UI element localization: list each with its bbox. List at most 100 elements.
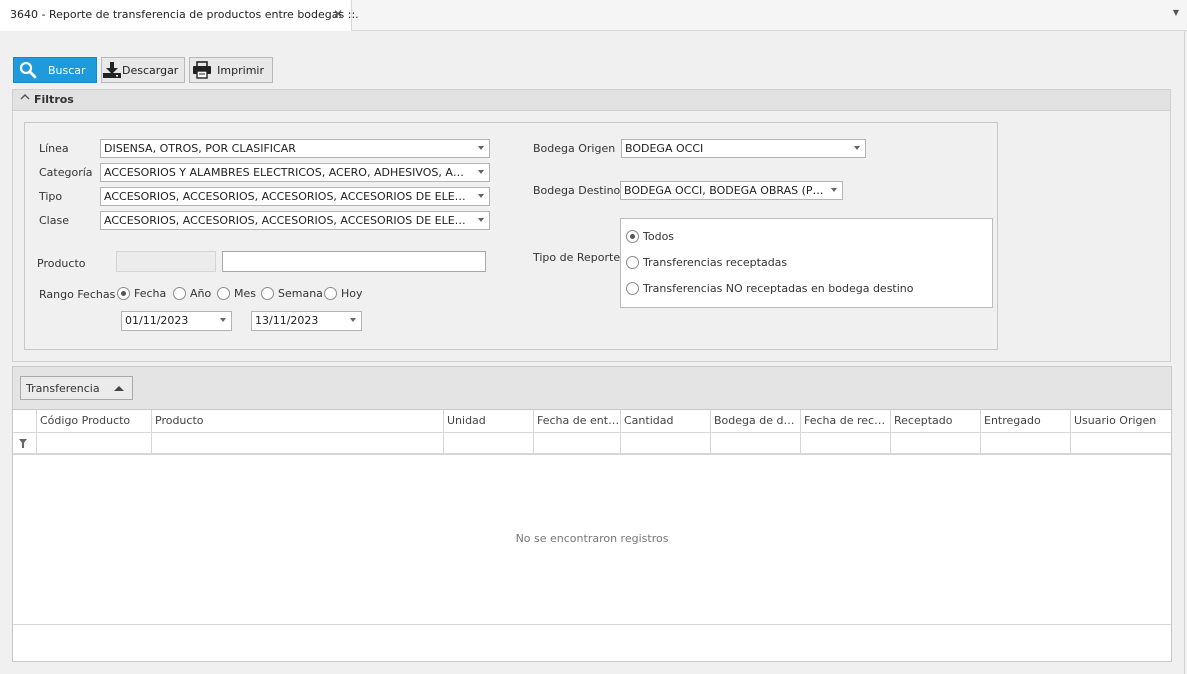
categoria-combo[interactable]: ACCESORIOS Y ALAMBRES ELECTRICOS, ACERO,… xyxy=(100,163,490,182)
tipo-combo[interactable]: ACCESORIOS, ACCESORIOS, ACCESORIOS, ACCE… xyxy=(100,187,490,206)
document-tab-bar: 3640 - Reporte de transferencia de produ… xyxy=(0,0,1187,31)
tipo-reporte-option-label: Transferencias receptadas xyxy=(643,256,788,269)
linea-combo[interactable]: DISENSA, OTROS, POR CLASIFICAR xyxy=(100,139,490,158)
clase-label: Clase xyxy=(39,214,69,227)
search-button[interactable]: Buscar xyxy=(13,57,97,83)
fecha-hasta-picker[interactable]: 13/11/2023 xyxy=(251,311,362,331)
print-button-label: Imprimir xyxy=(217,63,264,77)
chevron-down-icon[interactable] xyxy=(478,218,484,222)
rango-option-semana[interactable]: Semana xyxy=(261,287,323,300)
chevron-down-icon[interactable] xyxy=(478,170,484,174)
radio-selected-icon xyxy=(626,230,639,243)
bodega-origen-value: BODEGA OCCI xyxy=(625,142,704,155)
filter-cell[interactable] xyxy=(800,433,890,453)
chevron-down-icon[interactable] xyxy=(350,318,356,322)
radio-icon xyxy=(626,256,639,269)
document-tab[interactable]: 3640 - Reporte de transferencia de produ… xyxy=(0,0,359,31)
chevron-up-icon[interactable] xyxy=(20,93,30,104)
tipo-value: ACCESORIOS, ACCESORIOS, ACCESORIOS, ACCE… xyxy=(104,190,490,203)
tipo-reporte-label: Tipo de Reporte xyxy=(533,251,621,264)
column-header-fecha-entrega[interactable]: Fecha de entr... xyxy=(533,410,620,433)
rango-option-label: Mes xyxy=(234,287,256,300)
filters-group-header[interactable]: Filtros xyxy=(12,89,1171,111)
chevron-down-icon[interactable] xyxy=(478,194,484,198)
rango-fechas-label: Rango Fechas xyxy=(39,288,116,301)
filters-title: Filtros xyxy=(34,93,74,106)
filter-cell[interactable] xyxy=(980,433,1070,453)
column-header-producto[interactable]: Producto xyxy=(151,410,443,433)
tipo-reporte-option-label: Todos xyxy=(643,230,675,243)
categoria-label: Categoría xyxy=(39,166,93,179)
chevron-down-icon[interactable] xyxy=(854,146,860,150)
filter-cell[interactable] xyxy=(890,433,980,453)
radio-selected-icon xyxy=(117,287,130,300)
tipo-reporte-option-receptadas[interactable]: Transferencias receptadas xyxy=(626,256,787,269)
group-by-panel: Transferencia xyxy=(13,367,1171,410)
report-panel: Buscar Descargar Imprimir Filtros Línea … xyxy=(0,31,1185,674)
print-button[interactable]: Imprimir xyxy=(189,57,273,83)
tipo-reporte-option-todos[interactable]: Todos xyxy=(626,230,674,243)
filter-cell[interactable] xyxy=(36,433,151,453)
column-header-usuario-origen[interactable]: Usuario Origen xyxy=(1070,410,1171,433)
column-header-receptado[interactable]: Receptado xyxy=(890,410,980,433)
rango-option-anio[interactable]: Año xyxy=(173,287,211,300)
search-icon xyxy=(14,58,42,82)
column-header-entregado[interactable]: Entregado xyxy=(980,410,1070,433)
fecha-desde-picker[interactable]: 01/11/2023 xyxy=(121,311,232,331)
tipo-reporte-option-label: Transferencias NO receptadas en bodega d… xyxy=(643,282,914,295)
rango-option-mes[interactable]: Mes xyxy=(217,287,256,300)
auto-filter-row xyxy=(13,433,1171,455)
group-column-transferencia[interactable]: Transferencia xyxy=(20,376,133,400)
chevron-down-icon[interactable] xyxy=(831,188,837,192)
radio-icon xyxy=(324,287,337,300)
producto-code-field xyxy=(116,251,216,272)
grid-footer xyxy=(13,624,1171,661)
sort-ascending-icon xyxy=(114,386,124,391)
radio-icon xyxy=(261,287,274,300)
row-indicator-header xyxy=(13,410,36,433)
filter-icon xyxy=(19,439,27,448)
bodega-destino-combo[interactable]: BODEGA OCCI, BODEGA OBRAS (POR ... xyxy=(620,181,843,200)
column-header-unidad[interactable]: Unidad xyxy=(443,410,533,433)
download-icon xyxy=(102,58,122,82)
radio-icon xyxy=(173,287,186,300)
bodega-origen-combo[interactable]: BODEGA OCCI xyxy=(621,139,866,158)
filter-cell[interactable] xyxy=(443,433,533,453)
tipo-reporte-option-no-receptadas[interactable]: Transferencias NO receptadas en bodega d… xyxy=(626,282,914,295)
download-button-label: Descargar xyxy=(122,63,179,77)
filter-cell[interactable] xyxy=(151,433,443,453)
group-column-label: Transferencia xyxy=(26,382,100,395)
rango-option-label: Semana xyxy=(278,287,323,300)
filter-row-indicator xyxy=(13,433,36,453)
filter-cell[interactable] xyxy=(1070,433,1171,453)
rango-option-label: Año xyxy=(190,287,212,300)
tab-list-dropdown-icon[interactable]: ▼ xyxy=(1173,8,1179,17)
bodega-origen-label: Bodega Origen xyxy=(533,142,616,155)
column-header-bodega-destino[interactable]: Bodega de dest... xyxy=(710,410,800,433)
clase-combo[interactable]: ACCESORIOS, ACCESORIOS, ACCESORIOS, ACCE… xyxy=(100,211,490,230)
tab-title: 3640 - Reporte de transferencia de produ… xyxy=(10,8,359,21)
producto-field[interactable] xyxy=(222,251,486,272)
download-button[interactable]: Descargar xyxy=(101,57,185,83)
categoria-value: ACCESORIOS Y ALAMBRES ELECTRICOS, ACERO,… xyxy=(104,166,490,179)
linea-label: Línea xyxy=(39,142,69,155)
column-header-codigo-producto[interactable]: Código Producto xyxy=(36,410,151,433)
filter-cell[interactable] xyxy=(533,433,620,453)
tipo-label: Tipo xyxy=(39,190,63,203)
close-icon[interactable]: ✕ xyxy=(333,7,343,21)
fecha-desde-value: 01/11/2023 xyxy=(125,314,189,327)
rango-option-fecha[interactable]: Fecha xyxy=(117,287,166,300)
filter-cell[interactable] xyxy=(710,433,800,453)
filter-cell[interactable] xyxy=(620,433,710,453)
chevron-down-icon[interactable] xyxy=(220,318,226,322)
rango-option-hoy[interactable]: Hoy xyxy=(324,287,363,300)
rango-option-label: Hoy xyxy=(341,287,363,300)
column-header-cantidad[interactable]: Cantidad xyxy=(620,410,710,433)
search-button-label: Buscar xyxy=(48,63,86,77)
bodega-destino-label: Bodega Destino xyxy=(533,184,621,197)
clase-value: ACCESORIOS, ACCESORIOS, ACCESORIOS, ACCE… xyxy=(104,214,490,227)
fecha-hasta-value: 13/11/2023 xyxy=(255,314,319,327)
linea-value: DISENSA, OTROS, POR CLASIFICAR xyxy=(104,142,296,155)
column-header-fecha-recepcion[interactable]: Fecha de recep... xyxy=(800,410,890,433)
chevron-down-icon[interactable] xyxy=(478,146,484,150)
